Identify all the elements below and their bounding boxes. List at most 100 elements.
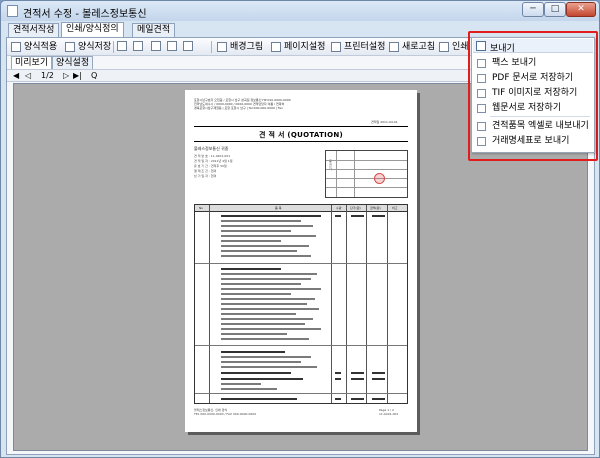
save-page-button[interactable]	[167, 40, 179, 54]
text-line	[221, 388, 277, 390]
close-button[interactable]: ✕	[566, 2, 596, 17]
tab-form-settings[interactable]: 양식설정	[52, 56, 94, 69]
separator	[211, 41, 212, 53]
refresh-icon	[389, 42, 399, 52]
amount-value	[372, 372, 385, 374]
app-icon	[7, 5, 18, 17]
grid-line	[326, 178, 407, 179]
column-header: 금액(원)	[370, 206, 381, 210]
first-page-button[interactable]: ◀	[13, 71, 19, 81]
background-button[interactable]: 배경그림	[217, 40, 263, 54]
menu-item-label: TIF 이미지로 저장하기	[492, 88, 578, 98]
qty-value	[335, 215, 341, 217]
menu-item-pdf[interactable]: PDF 문서로 저장하기	[474, 71, 594, 85]
tab-preview[interactable]: 미리보기	[11, 56, 53, 69]
last-page-button[interactable]: ▶|	[73, 71, 82, 81]
table-header: No 품 목 수량 단가(원) 금액(원) 비고	[195, 205, 407, 212]
supplier-box: 공급자	[325, 150, 408, 198]
text-line	[221, 293, 291, 295]
prev-page-button[interactable]: ◁	[25, 71, 31, 81]
text-line	[221, 378, 303, 380]
copy-icon	[133, 41, 143, 51]
new-page-button[interactable]	[151, 40, 163, 54]
text-line	[221, 220, 301, 222]
amount-value	[372, 398, 385, 400]
qty-value	[335, 398, 341, 400]
copy-button[interactable]	[133, 40, 145, 54]
text-line	[221, 361, 301, 363]
document-footer-right: Page 1 / 2 11-0401-001	[379, 408, 398, 416]
send-label: 보내기	[490, 44, 515, 54]
web-icon	[477, 104, 486, 113]
form-save-button[interactable]: 양식저장	[65, 40, 111, 54]
grid-line	[366, 205, 367, 403]
tools-icon	[117, 41, 127, 51]
text-line	[221, 366, 317, 368]
zoom-icon[interactable]: Q	[91, 71, 97, 81]
page-indicator: 1/2	[41, 71, 54, 80]
minimize-button[interactable]: ─	[522, 2, 544, 17]
menu-item-excel[interactable]: 견적품목 엑셀로 내보내기	[474, 119, 594, 133]
print-button[interactable]: 인쇄	[439, 40, 469, 54]
main-window: 견적서 수정 - 볼레스정보통신 ─ □ ✕ 견적서작성 인쇄/양식정의 메일견…	[0, 0, 600, 458]
row-divider	[195, 263, 407, 264]
text-line	[221, 215, 321, 217]
tab-print-forms[interactable]: 인쇄/양식정의	[61, 22, 124, 38]
text-line	[221, 333, 287, 335]
page-options-button[interactable]	[183, 40, 195, 54]
excel-icon	[477, 122, 486, 131]
separator	[113, 41, 114, 53]
grid-line	[326, 187, 407, 188]
text-line	[221, 356, 311, 358]
page-setup-icon	[271, 42, 281, 52]
menu-item-web[interactable]: 웹문서로 저장하기	[474, 101, 594, 115]
send-icon	[476, 41, 486, 51]
menu-item-label: 웹문서로 저장하기	[492, 103, 562, 113]
tools-button[interactable]	[117, 40, 129, 54]
grid-line	[387, 205, 388, 403]
header-line: 경북포항시남구제철동 | 포항 포항시 남구 | Tel:000-000-000…	[194, 106, 283, 110]
tab-mail-quote[interactable]: 메일견적	[132, 23, 176, 37]
print-icon	[439, 42, 449, 52]
text-line	[221, 255, 311, 257]
menu-item-label: 견적품목 엑셀로 내보내기	[492, 121, 589, 131]
maximize-button[interactable]: □	[544, 2, 566, 17]
save-icon	[65, 42, 75, 52]
text-line	[221, 308, 319, 310]
footer-line: TEL 000-0000-0000 / FAX 000-0000-0000	[194, 412, 257, 416]
text-line	[221, 225, 313, 227]
grid-line	[354, 151, 355, 197]
amount-value	[372, 215, 385, 217]
refresh-button[interactable]: 새로고침	[389, 40, 435, 54]
text-line	[221, 278, 311, 280]
row-divider	[195, 345, 407, 346]
column-header: 단가(원)	[350, 206, 361, 210]
text-line	[221, 303, 307, 305]
quote-table: No 품 목 수량 단가(원) 금액(원) 비고	[194, 204, 408, 404]
text-line	[221, 372, 291, 374]
menu-item-fax[interactable]: 팩스 보내기	[474, 56, 594, 70]
page-setup-button[interactable]: 페이지설정	[271, 40, 325, 54]
text-line	[221, 338, 309, 340]
window-title: 견적서 수정 - 볼레스정보통신	[23, 9, 147, 20]
printer-setup-button[interactable]: 프린터설정	[331, 40, 385, 54]
next-page-button[interactable]: ▷	[63, 71, 69, 81]
fax-icon	[477, 59, 486, 68]
tif-icon	[477, 89, 486, 98]
form-select-button[interactable]: 양식적용	[11, 40, 57, 54]
qty-value	[335, 372, 341, 374]
text-line	[221, 230, 291, 232]
send-button[interactable]: 보내기	[473, 39, 593, 54]
form-save-label: 양식저장	[78, 42, 112, 52]
text-line	[221, 351, 285, 353]
text-line	[221, 268, 281, 270]
title-bar[interactable]: 견적서 수정 - 볼레스정보통신 ─ □ ✕	[1, 1, 599, 21]
text-line	[221, 288, 321, 290]
page-setup-label: 페이지설정	[284, 42, 326, 52]
menu-item-tif[interactable]: TIF 이미지로 저장하기	[474, 86, 594, 100]
text-line	[221, 323, 305, 325]
tab-quote-write[interactable]: 견적서작성	[8, 23, 60, 37]
text-line	[221, 398, 297, 400]
menu-item-invoice[interactable]: 거래명세표로 보내기	[474, 134, 594, 148]
form-select-label: 양식적용	[24, 42, 58, 52]
